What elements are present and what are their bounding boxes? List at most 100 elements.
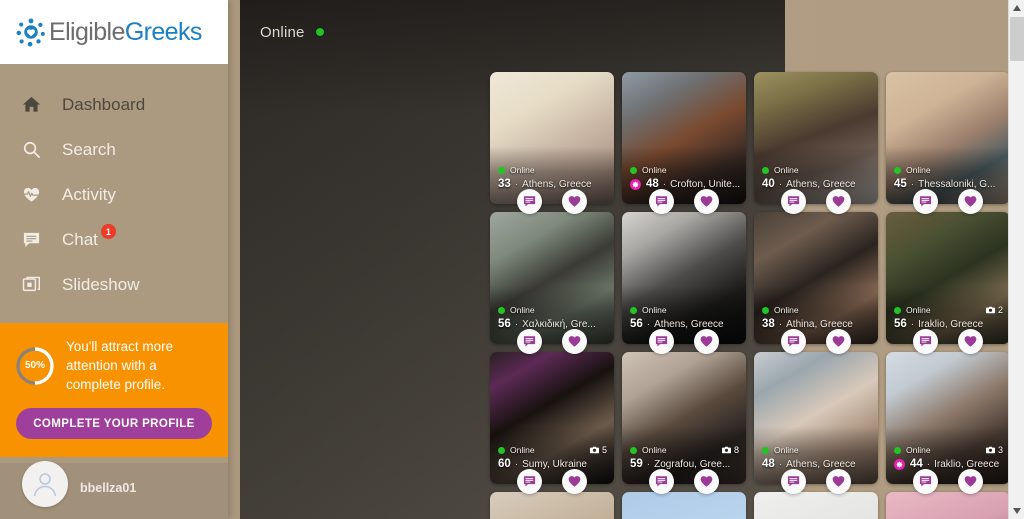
like-button[interactable] — [958, 329, 983, 354]
profile-photo[interactable]: Online 56 · Χαλκιδική, Gre... — [490, 212, 614, 344]
profile-photo[interactable] — [886, 492, 1010, 519]
profile-card[interactable]: Online 2 56 · Iraklio, Greece — [886, 212, 1010, 354]
sidebar: EligibleGreeks Dashboard Search Activity Ch… — [0, 0, 228, 519]
profile-photo[interactable] — [622, 492, 746, 519]
profile-card[interactable] — [490, 492, 614, 519]
online-status-label: Online — [774, 165, 799, 175]
current-user-name: bbellza01 — [80, 481, 137, 495]
chat-bubble-icon — [787, 195, 800, 208]
message-button[interactable] — [649, 189, 674, 214]
profile-card[interactable]: Online 45 · Thessaloniki, G... — [886, 72, 1010, 214]
online-status-label: Online — [906, 445, 931, 455]
scroll-up-button[interactable] — [1009, 0, 1024, 16]
profile-photo[interactable] — [490, 492, 614, 519]
scroll-down-button[interactable] — [1009, 503, 1024, 519]
like-button[interactable] — [694, 329, 719, 354]
profile-photo[interactable]: Online 5 60 · Sumy, Ukraine — [490, 352, 614, 484]
photo-count-value: 5 — [601, 445, 607, 455]
chat-bubble-icon — [655, 335, 668, 348]
scrollbar-thumb[interactable] — [1010, 17, 1024, 61]
profile-card[interactable]: Online 56 · Athens, Greece — [622, 212, 746, 354]
profile-card[interactable]: Online 33 · Athens, Greece — [490, 72, 614, 214]
complete-profile-button[interactable]: COMPLETE YOUR PROFILE — [16, 408, 212, 440]
chat-bubble-icon — [655, 195, 668, 208]
sidebar-item-search[interactable]: Search — [0, 127, 228, 172]
like-button[interactable] — [694, 469, 719, 494]
card-action-buttons — [490, 469, 614, 494]
profile-photo[interactable]: Online 8 59 · Zografou, Gree... — [622, 352, 746, 484]
profile-photo-image — [490, 492, 614, 519]
profile-card[interactable]: Online 48 · Athens, Greece — [754, 352, 878, 494]
profile-card[interactable] — [886, 492, 1010, 519]
profile-photo[interactable]: Online 3 44 · Iraklio, Greece — [886, 352, 1010, 484]
message-button[interactable] — [517, 469, 542, 494]
message-button[interactable] — [517, 329, 542, 354]
online-status: Online — [498, 165, 535, 175]
like-button[interactable] — [826, 329, 851, 354]
heart-icon — [568, 335, 581, 348]
profile-photo[interactable]: Online 56 · Athens, Greece — [622, 212, 746, 344]
message-button[interactable] — [517, 189, 542, 214]
profile-card[interactable]: Online 8 59 · Zografou, Gree... — [622, 352, 746, 494]
message-button[interactable] — [781, 329, 806, 354]
profile-card[interactable]: Online 40 · Athens, Greece — [754, 72, 878, 214]
logo-text: EligibleGreeks — [49, 18, 202, 47]
like-button[interactable] — [562, 189, 587, 214]
heart-icon — [832, 195, 845, 208]
sidebar-item-label: Slideshow — [62, 274, 140, 294]
like-button[interactable] — [826, 189, 851, 214]
profile-photo[interactable]: Online 40 · Athens, Greece — [754, 72, 878, 204]
message-button[interactable] — [649, 329, 674, 354]
logo-text-part2: Greeks — [124, 17, 203, 46]
photo-count-badge: 3 — [985, 445, 1003, 455]
heart-icon — [700, 475, 713, 488]
profile-photo[interactable]: Online 48 · Crofton, Unite... — [622, 72, 746, 204]
profile-photo[interactable]: Online 38 · Athina, Greece — [754, 212, 878, 344]
page-scrollbar[interactable] — [1008, 0, 1024, 519]
online-status-label: Online — [510, 305, 535, 315]
profile-card[interactable]: Online 38 · Athina, Greece — [754, 212, 878, 354]
message-button[interactable] — [913, 329, 938, 354]
sidebar-item-chat[interactable]: Chat 1 — [0, 217, 228, 262]
online-dot-icon — [498, 446, 505, 454]
sidebar-item-slideshow[interactable]: Slideshow — [0, 262, 228, 307]
like-button[interactable] — [958, 469, 983, 494]
online-status: Online — [498, 305, 535, 315]
sidebar-item-dashboard[interactable]: Dashboard — [0, 82, 228, 127]
profile-card[interactable]: Online 56 · Χαλκιδική, Gre... — [490, 212, 614, 354]
like-button[interactable] — [958, 189, 983, 214]
profile-photo[interactable]: Online 2 56 · Iraklio, Greece — [886, 212, 1010, 344]
profile-card[interactable]: Online 48 · Crofton, Unite... — [622, 72, 746, 214]
profile-completion-promo: 50% You'll attract more attention with a… — [0, 323, 228, 458]
profile-photo[interactable]: Online 45 · Thessaloniki, G... — [886, 72, 1010, 204]
message-button[interactable] — [649, 469, 674, 494]
current-user-block[interactable]: bbellza01 — [0, 461, 228, 519]
profile-card[interactable]: Online 5 60 · Sumy, Ukraine — [490, 352, 614, 494]
profile-photo-image — [886, 492, 1010, 519]
message-button[interactable] — [781, 469, 806, 494]
like-button[interactable] — [826, 469, 851, 494]
photo-count-badge: 2 — [985, 305, 1003, 315]
avatar[interactable] — [22, 461, 68, 507]
chat-bubble-icon — [523, 335, 536, 348]
card-action-buttons — [886, 469, 1010, 494]
profile-photo[interactable]: Online 48 · Athens, Greece — [754, 352, 878, 484]
sidebar-item-activity[interactable]: Activity — [0, 172, 228, 217]
like-button[interactable] — [562, 469, 587, 494]
message-button[interactable] — [913, 189, 938, 214]
profile-card[interactable]: Online 3 44 · Iraklio, Greece — [886, 352, 1010, 494]
profile-photo[interactable] — [754, 492, 878, 519]
online-status-label: Online — [906, 165, 931, 175]
like-button[interactable] — [562, 329, 587, 354]
online-status-label: Online — [774, 445, 799, 455]
profile-photo[interactable]: Online 33 · Athens, Greece — [490, 72, 614, 204]
profile-card[interactable] — [622, 492, 746, 519]
profile-photo-image — [622, 492, 746, 519]
profile-card[interactable] — [754, 492, 878, 519]
message-button[interactable] — [781, 189, 806, 214]
like-button[interactable] — [694, 189, 719, 214]
message-button[interactable] — [913, 469, 938, 494]
sidebar-nav: Dashboard Search Activity Chat 1 Slideshow — [0, 64, 228, 307]
heartbeat-icon — [22, 185, 52, 204]
logo[interactable]: EligibleGreeks — [0, 0, 228, 64]
